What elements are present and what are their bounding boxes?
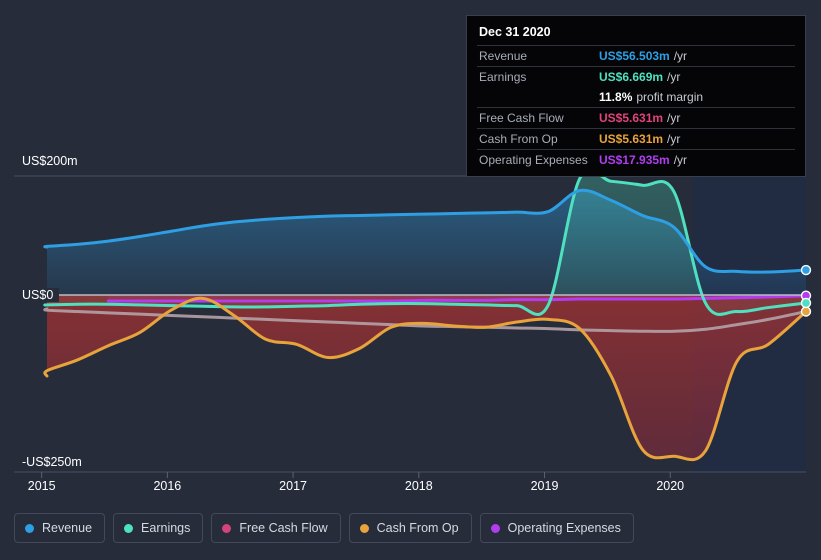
tooltip-row-key: Operating Expenses [479,153,588,167]
legend-item-label: Free Cash Flow [239,521,328,535]
x-axis-tick-2015: 2015 [27,479,56,493]
tooltip-row: Cash From Op US$5.631m/yr [477,128,795,149]
legend-item-revenue[interactable]: Revenue [14,513,106,543]
tooltip-row: Free Cash Flow US$5.631m/yr [477,107,795,128]
tooltip-row-unit: /yr [667,70,681,84]
x-axis-tick-2020: 2020 [656,479,685,493]
x-axis-labels: 2015 2016 2017 2018 2019 2020 [0,479,821,497]
x-axis-tick-2017: 2017 [279,479,307,493]
tooltip-row: Revenue US$56.503m/yr [477,45,795,66]
tooltip-row-unit: /yr [667,111,681,125]
tooltip-row-value: US$5.631m [599,132,664,146]
legend-item-label: Earnings [141,521,191,535]
x-axis-tick-2019: 2019 [530,479,559,493]
tooltip-row-value: 11.8% [599,90,633,104]
y-axis-label-top: US$200m [12,154,84,168]
legend-item-label: Operating Expenses [507,521,621,535]
tooltip-rows: Revenue US$56.503m/yr Earnings US$6.669m/yr… [477,45,795,170]
legend-color-dot [222,523,232,533]
tooltip-row: 11.8% profit margin [477,87,795,107]
data-tooltip: Dec 31 2020 Revenue US$56.503m/yr Earnings… [466,15,806,177]
tooltip-row-value: US$17.935m [599,153,670,167]
chart-legend: Revenue Earnings Free Cash Flow Cash From O… [14,513,634,543]
legend-color-dot [359,523,369,533]
tooltip-title: Dec 31 2020 [479,25,551,39]
tooltip-row-unit: profit margin [636,90,704,104]
tooltip-row-value: US$56.503m [599,49,670,63]
legend-color-dot [490,523,500,533]
legend-item-operating-expenses[interactable]: Operating Expenses [479,513,634,543]
legend-item-label: Cash From Op [376,521,459,535]
legend-item-earnings[interactable]: Earnings [113,513,204,543]
tooltip-row: Operating Expenses US$17.935m/yr [477,149,795,170]
y-axis-label-bottom: -US$250m [12,455,88,469]
x-axis-tick-2016: 2016 [153,479,182,493]
legend-item-cash-from-op[interactable]: Cash From Op [348,513,472,543]
tooltip-row-value: US$5.631m [599,111,664,125]
tooltip-row-key: Revenue [479,49,528,63]
legend-item-label: Revenue [42,521,93,535]
tooltip-row-key: Earnings [479,70,527,84]
tooltip-row-key: Cash From Op [479,132,558,146]
x-axis-tick-2018: 2018 [404,479,433,493]
tooltip-row-value: US$6.669m [599,70,664,84]
legend-item-free-cash-flow[interactable]: Free Cash Flow [211,513,341,543]
tooltip-row-unit: /yr [673,49,688,63]
tooltip-row-key: Free Cash Flow [479,111,564,125]
y-axis-label-zero: US$0 [12,288,60,302]
tooltip-row: Earnings US$6.669m/yr [477,66,795,87]
tooltip-row-unit: /yr [667,132,681,146]
legend-color-dot [25,523,34,533]
legend-color-dot [124,523,134,533]
tooltip-row-unit: /yr [673,153,688,167]
